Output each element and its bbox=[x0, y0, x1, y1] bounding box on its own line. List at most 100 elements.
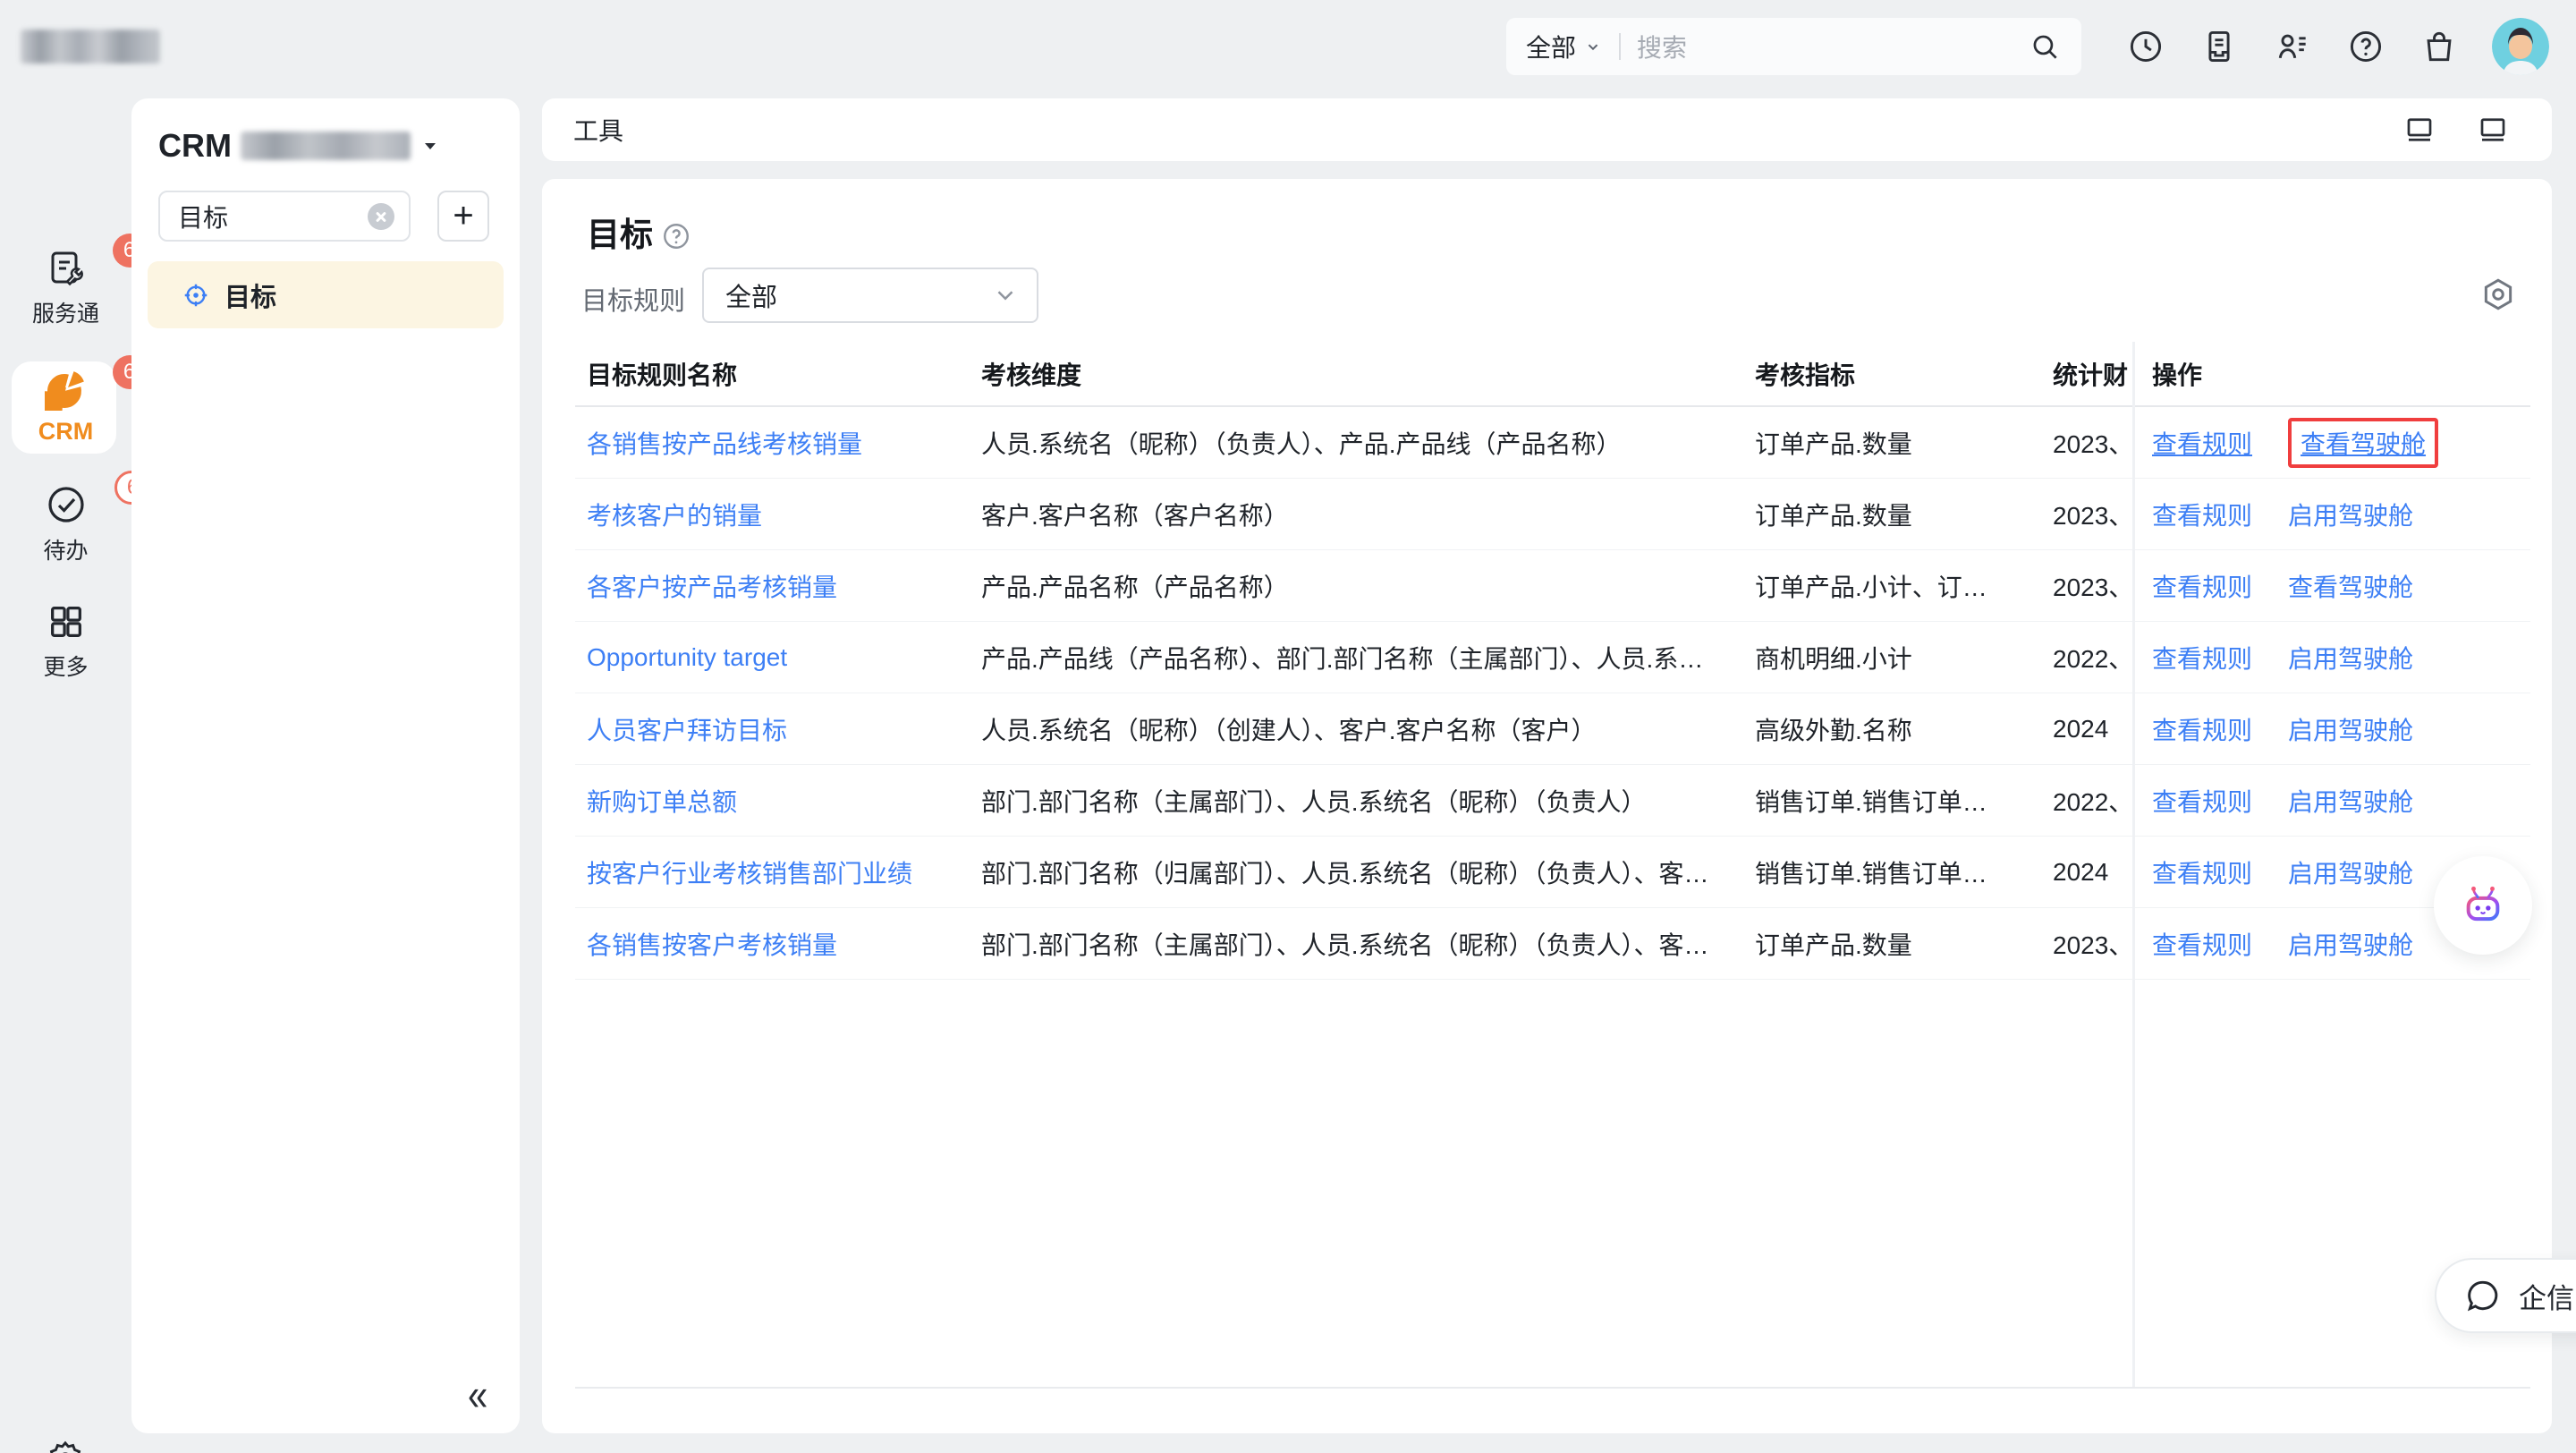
cell-dimension: 客户.客户名称（客户名称） bbox=[981, 497, 1755, 532]
cell-dimension: 部门.部门名称（归属部门）、人员.系统名（昵称）（负责人）、客… bbox=[981, 854, 1755, 890]
rule-name-link[interactable]: 各销售按产品线考核销量 bbox=[587, 430, 862, 458]
table-row: 各销售按客户考核销量部门.部门名称（主属部门）、人员.系统名（昵称）（负责人）、… bbox=[575, 908, 2530, 980]
table-settings-icon[interactable] bbox=[2479, 276, 2517, 313]
rule-name-link[interactable]: Opportunity target bbox=[587, 643, 787, 671]
robot-icon bbox=[2458, 880, 2508, 930]
table-row: Opportunity target 产品.产品线（产品名称）、部门.部门名称（主… bbox=[575, 622, 2530, 693]
table-row: 按客户行业考核销售部门业绩 部门.部门名称（归属部门）、人员.系统名（昵称）（负责… bbox=[575, 837, 2530, 908]
bag-icon[interactable] bbox=[2419, 27, 2459, 66]
view-rule-link[interactable]: 查看规则 bbox=[2152, 497, 2252, 532]
history-icon[interactable] bbox=[2126, 27, 2165, 66]
table-footer-divider bbox=[575, 1387, 2530, 1389]
clear-search-icon[interactable] bbox=[368, 203, 394, 230]
avatar-image bbox=[2492, 18, 2549, 75]
cell-metric: 订单产品.数量 bbox=[1755, 497, 2053, 532]
view-rule-link[interactable]: 查看规则 bbox=[2152, 854, 2252, 890]
qixin-chat-button[interactable]: 企信 bbox=[2435, 1258, 2576, 1333]
table-row: 各销售按产品线考核销量人员.系统名（昵称）（负责人）、产品.产品线（产品名称）订… bbox=[575, 407, 2530, 479]
tab-tools[interactable]: 工具 bbox=[573, 98, 623, 161]
cell-actions: 查看规则 查看驾驶舱 bbox=[2132, 418, 2530, 468]
rule-name-link[interactable]: 各客户按产品考核销量 bbox=[587, 574, 837, 601]
service-clipboard-icon bbox=[45, 246, 88, 289]
panel-title-dropdown[interactable]: CRM bbox=[158, 127, 441, 165]
cell-rule-name: 各客户按产品考核销量 bbox=[575, 568, 981, 604]
search-input[interactable]: 搜索 bbox=[1637, 29, 2028, 64]
panel-item-target[interactable]: 目标 bbox=[148, 261, 504, 328]
view-rule-link[interactable]: 查看规则 bbox=[2152, 783, 2252, 819]
app-logo bbox=[21, 30, 160, 64]
dashboard-link[interactable]: 启用驾驶舱 bbox=[2288, 926, 2413, 962]
rule-filter-select[interactable]: 全部 bbox=[702, 268, 1038, 323]
dashboard-link[interactable]: 启用驾驶舱 bbox=[2288, 497, 2413, 532]
rule-name-link[interactable]: 考核客户的销量 bbox=[587, 502, 762, 530]
sidebar-item-more[interactable]: 更多 bbox=[0, 601, 131, 682]
open-window-icon[interactable] bbox=[2477, 114, 2509, 146]
cell-actions: 查看规则启用驾驶舱 bbox=[2132, 711, 2530, 747]
rule-name-link[interactable]: 按客户行业考核销售部门业绩 bbox=[587, 860, 912, 888]
search-scope-selector[interactable]: 全部 bbox=[1526, 29, 1603, 64]
dashboard-link[interactable]: 启用驾驶舱 bbox=[2288, 783, 2413, 819]
help-icon[interactable] bbox=[2346, 27, 2385, 66]
table-header-row: 目标规则名称 考核维度 考核指标 统计财 操作 bbox=[575, 342, 2530, 407]
collapse-panel-icon[interactable]: « bbox=[468, 1371, 487, 1421]
view-rule-link[interactable]: 查看规则 bbox=[2152, 568, 2252, 604]
todo-check-icon bbox=[45, 483, 88, 526]
cell-metric: 销售订单.销售订单… bbox=[1755, 783, 2053, 819]
chat-button-label: 企信 bbox=[2519, 1276, 2574, 1316]
cell-rule-name: 新购订单总额 bbox=[575, 783, 981, 819]
search-icon[interactable] bbox=[2028, 30, 2062, 64]
sidebar-item-label: CRM bbox=[38, 418, 94, 446]
sidebar-item-crm[interactable]: 6 CRM bbox=[0, 368, 131, 446]
chevron-down-icon bbox=[992, 282, 1019, 309]
filter-selected-value: 全部 bbox=[725, 276, 777, 314]
cell-metric: 商机明细.小计 bbox=[1755, 640, 2053, 676]
sidebar-item-label: 待办 bbox=[43, 533, 88, 565]
target-icon bbox=[182, 281, 210, 310]
cell-metric: 高级外勤.名称 bbox=[1755, 711, 2053, 747]
table-row: 考核客户的销量客户.客户名称（客户名称）订单产品.数量2023、查看规则启用驾驶… bbox=[575, 479, 2530, 550]
topbar-icons bbox=[2126, 27, 2459, 66]
global-search-bar[interactable]: 全部 搜索 bbox=[1506, 18, 2081, 75]
view-rule-link[interactable]: 查看规则 bbox=[2152, 640, 2252, 676]
sidebar-item-fuwutong[interactable]: 6 服务通 bbox=[0, 246, 131, 328]
crm-side-panel: CRM 目标 + 目标 « bbox=[131, 98, 520, 1433]
cell-rule-name: 考核客户的销量 bbox=[575, 497, 981, 532]
contacts-icon[interactable] bbox=[2273, 27, 2312, 66]
view-rule-link[interactable]: 查看规则 bbox=[2152, 926, 2252, 962]
rule-name-link[interactable]: 新购订单总额 bbox=[587, 788, 737, 816]
cell-dimension: 产品.产品线（产品名称）、部门.部门名称（主属部门）、人员.系… bbox=[981, 640, 1755, 676]
panel-search-input[interactable]: 目标 bbox=[158, 191, 411, 242]
view-rule-link[interactable]: 查看规则 bbox=[2152, 711, 2252, 747]
header-dimension: 考核维度 bbox=[981, 356, 1755, 392]
sidebar-item-todo[interactable]: 6 待办 bbox=[0, 483, 131, 565]
panel-title: CRM bbox=[158, 127, 232, 165]
page-title: 目标 bbox=[587, 217, 653, 254]
add-button[interactable]: + bbox=[437, 191, 489, 242]
search-scope-value: 全部 bbox=[1526, 29, 1576, 64]
dashboard-link[interactable]: 启用驾驶舱 bbox=[2288, 711, 2413, 747]
cell-metric: 销售订单.销售订单… bbox=[1755, 854, 2053, 890]
title-help-icon[interactable] bbox=[660, 220, 692, 252]
cell-fiscal-year: 2024 bbox=[2053, 858, 2132, 887]
table-body: 各销售按产品线考核销量人员.系统名（昵称）（负责人）、产品.产品线（产品名称）订… bbox=[575, 407, 2530, 980]
report-icon[interactable] bbox=[2199, 27, 2239, 66]
settings-gear-icon[interactable] bbox=[45, 1439, 86, 1453]
view-rule-link[interactable]: 查看规则 bbox=[2152, 425, 2252, 461]
open-window-icon[interactable] bbox=[2403, 114, 2436, 146]
cell-dimension: 产品.产品名称（产品名称） bbox=[981, 568, 1755, 604]
sidebar-item-label: 更多 bbox=[43, 650, 88, 682]
dashboard-link[interactable]: 查看驾驶舱 bbox=[2288, 568, 2413, 604]
app-root: 全部 搜索 6 bbox=[0, 0, 2576, 1453]
user-avatar[interactable] bbox=[2492, 18, 2549, 75]
rule-name-link[interactable]: 各销售按客户考核销量 bbox=[587, 931, 837, 959]
cell-fiscal-year: 2024 bbox=[2053, 715, 2132, 743]
dashboard-link[interactable]: 启用驾驶舱 bbox=[2288, 854, 2413, 890]
search-divider bbox=[1619, 33, 1621, 60]
targets-table: 目标规则名称 考核维度 考核指标 统计财 操作 各销售按产品线考核销量人员.系统… bbox=[575, 342, 2530, 1389]
dashboard-link[interactable]: 启用驾驶舱 bbox=[2288, 640, 2413, 676]
dashboard-link[interactable]: 查看驾驶舱 bbox=[2301, 425, 2426, 461]
window-controls bbox=[2403, 114, 2509, 146]
ai-assistant-button[interactable] bbox=[2434, 856, 2532, 955]
rule-name-link[interactable]: 人员客户拜访目标 bbox=[587, 717, 787, 744]
table-row: 各客户按产品考核销量产品.产品名称（产品名称）订单产品.小计、订…2023、查看… bbox=[575, 550, 2530, 622]
